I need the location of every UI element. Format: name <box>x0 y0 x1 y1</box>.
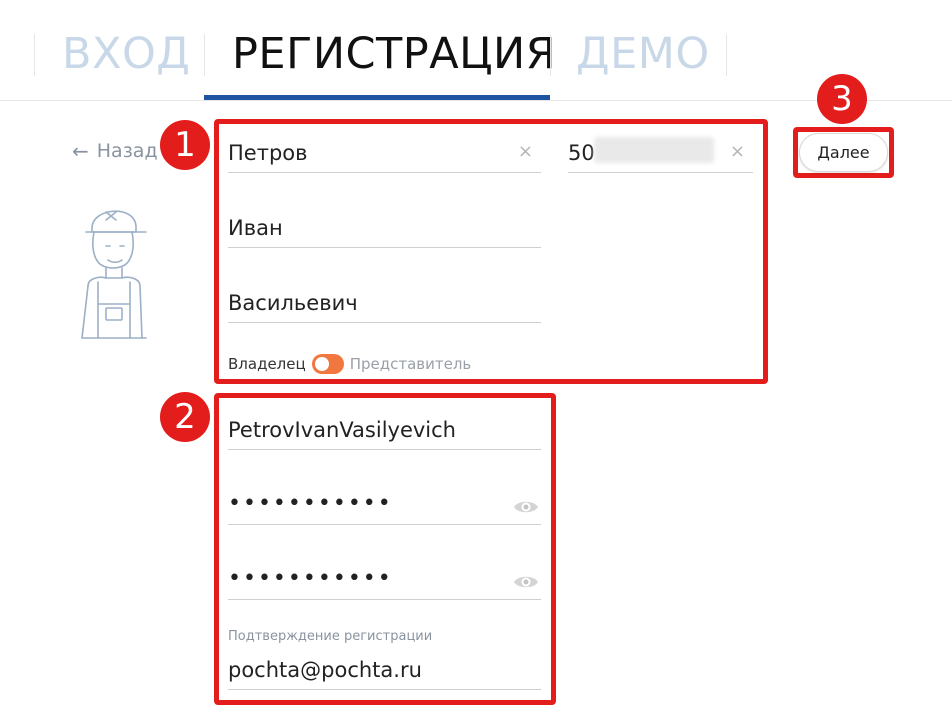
toggle-knob <box>314 357 329 371</box>
email-field-label: Подтверждение регистрации <box>228 629 433 644</box>
tab-divider <box>726 34 727 76</box>
last-name-value: Петров <box>228 141 308 165</box>
tab-login[interactable]: ВХОД <box>62 28 190 80</box>
arrow-left-icon: ← <box>72 139 89 163</box>
redacted-block <box>594 137 714 163</box>
tab-registration[interactable]: РЕГИСТРАЦИЯ <box>232 28 556 80</box>
tab-bar: ВХОД РЕГИСТРАЦИЯ ДЕМО <box>0 0 952 101</box>
next-button[interactable]: Далее <box>799 133 888 172</box>
back-link[interactable]: ← Назад <box>72 140 158 162</box>
eye-icon[interactable] <box>513 499 539 515</box>
clear-icon[interactable]: × <box>730 141 745 162</box>
first-name-value: Иван <box>228 216 283 240</box>
tab-divider <box>34 34 35 76</box>
password-confirm-field[interactable]: ••••••••••• <box>228 564 541 600</box>
phone-field[interactable]: 50 × <box>568 137 753 173</box>
role-toggle-row: Владелец Представитель <box>228 354 471 374</box>
tab-divider <box>550 34 551 76</box>
password-field[interactable]: ••••••••••• <box>228 489 541 525</box>
login-field[interactable]: PetrovIvanVasilyevich <box>228 414 541 450</box>
annotation-badge: 2 <box>160 392 210 442</box>
phone-value: 50 <box>568 141 595 165</box>
role-toggle-switch[interactable] <box>311 354 344 374</box>
tab-divider <box>204 34 205 76</box>
back-label: Назад <box>96 140 158 162</box>
active-tab-underline <box>204 95 550 100</box>
first-name-field[interactable]: Иван <box>228 212 541 248</box>
login-value: PetrovIvanVasilyevich <box>228 418 456 442</box>
middle-name-value: Васильевич <box>228 291 358 315</box>
email-field[interactable]: pochta@pochta.ru <box>228 654 541 690</box>
annotation-badge: 1 <box>160 120 210 170</box>
tab-demo[interactable]: ДЕМО <box>576 28 710 80</box>
last-name-field[interactable]: Петров × <box>228 137 541 173</box>
representative-label: Представитель <box>349 355 472 373</box>
annotation-badge: 3 <box>817 74 867 124</box>
owner-label: Владелец <box>228 355 306 373</box>
email-value: pochta@pochta.ru <box>228 658 422 682</box>
password-value: ••••••••••• <box>228 491 393 516</box>
worker-avatar-icon <box>81 210 147 339</box>
password-confirm-value: ••••••••••• <box>228 566 393 591</box>
middle-name-field[interactable]: Васильевич <box>228 287 541 323</box>
eye-icon[interactable] <box>513 574 539 590</box>
clear-icon[interactable]: × <box>518 141 533 162</box>
